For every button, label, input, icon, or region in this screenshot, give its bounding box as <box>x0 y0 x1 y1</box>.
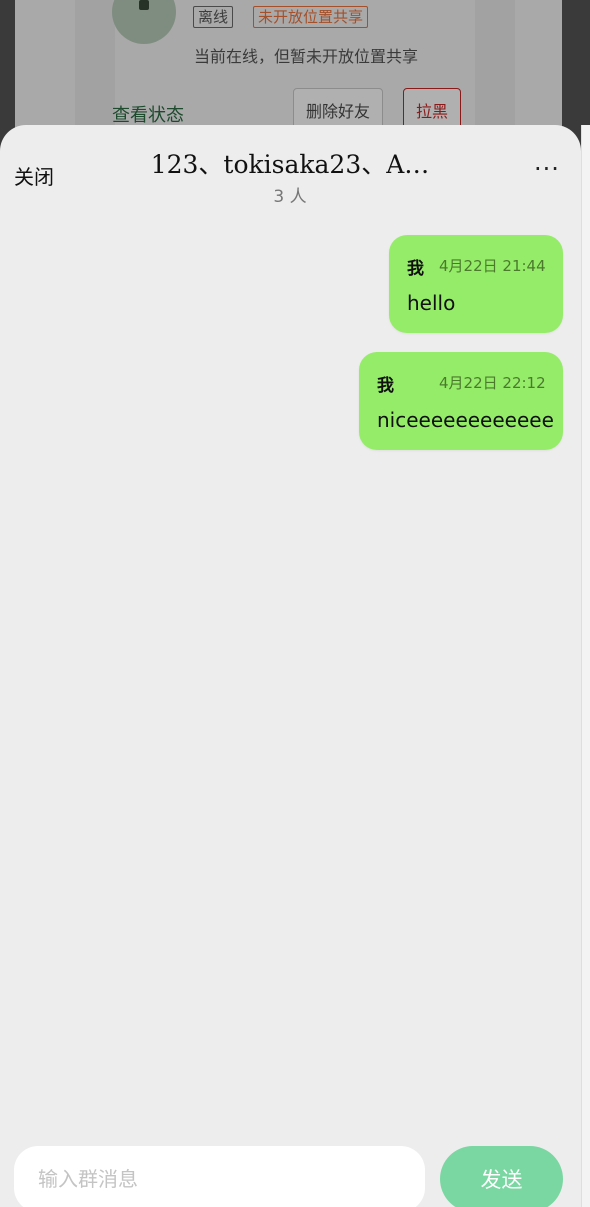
page-edge <box>581 125 590 1207</box>
message-time: 4月22日 22:12 <box>439 374 546 392</box>
message-time: 4月22日 21:44 <box>439 257 546 275</box>
message-text: niceeeeeeeeeeee <box>377 408 554 432</box>
group-chat-sheet: 关闭 123、tokisaka23、A… 3 人 ··· 我 4月22日 21:… <box>0 125 581 1207</box>
message-text: hello <box>407 291 456 315</box>
message-bubble[interactable]: 我 4月22日 22:12 niceeeeeeeeeeee <box>359 352 563 450</box>
member-count: 3 人 <box>273 187 307 207</box>
more-icon[interactable]: ··· <box>534 155 560 183</box>
location-sharing-tag: 未开放位置共享 <box>253 6 369 28</box>
chat-title: 123、tokisaka23、A… <box>150 150 430 179</box>
friend-status-text: 当前在线，但暂未开放位置共享 <box>194 47 419 66</box>
view-status-link[interactable]: 查看状态 <box>112 101 184 127</box>
close-button[interactable]: 关闭 <box>14 161 54 190</box>
offline-tag: 离线 <box>193 6 234 28</box>
message-sender: 我 <box>407 259 424 279</box>
group-message-input[interactable] <box>14 1146 425 1207</box>
send-button[interactable]: 发送 <box>440 1146 563 1207</box>
message-sender: 我 <box>377 376 394 396</box>
message-bubble[interactable]: 我 4月22日 21:44 hello <box>389 235 563 333</box>
